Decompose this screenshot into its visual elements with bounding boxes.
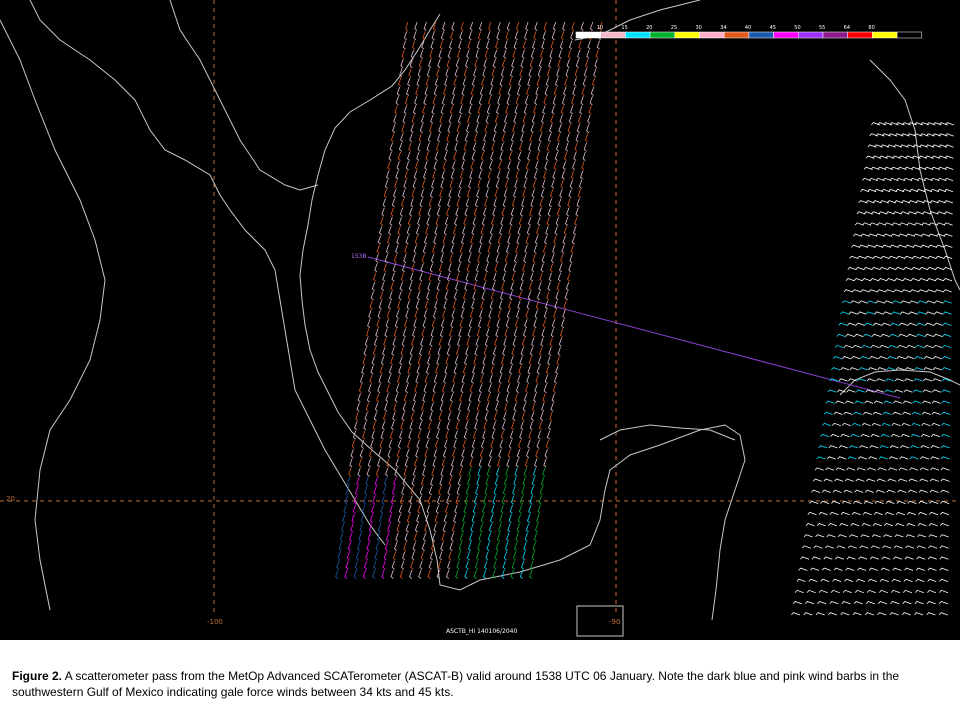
legend-swatch [822, 31, 848, 39]
caption-label: Figure 2. [12, 669, 63, 683]
legend-label: 25 [671, 25, 677, 31]
legend-swatch [699, 31, 725, 39]
legend-label: 40 [745, 25, 751, 31]
scatterometer-map: -100 -90 20 1538 10 15 20 25 30 34 40 45 50 55 64 8… [0, 0, 960, 640]
legend-swatch [649, 31, 676, 39]
legend-swatch [674, 31, 700, 39]
legend-label: 50 [794, 25, 800, 31]
footer-product-label: ASCTB_HI 140106/2040 [446, 628, 517, 635]
legend-swatch [748, 31, 774, 39]
track-time-label: 1538 [351, 253, 366, 260]
grid-label-lon-100: -100 [207, 618, 223, 626]
legend-label: 20 [646, 25, 652, 31]
legend-swatch [773, 31, 799, 39]
grid-label-lat-20: 20 [6, 495, 15, 503]
legend-label: 15 [621, 25, 627, 31]
legend-label: 64 [844, 25, 850, 31]
legend-swatch [723, 31, 750, 39]
caption-text: A scatterometer pass from the MetOp Adva… [12, 669, 900, 699]
legend-label: 80 [868, 25, 874, 31]
legend-label: 45 [770, 25, 776, 31]
legend-swatch [872, 31, 898, 39]
legend-label: 10 [597, 25, 603, 31]
legend-swatch [625, 31, 651, 39]
legend-swatch [847, 31, 873, 39]
legend-label: 55 [819, 25, 825, 31]
legend-swatch [896, 31, 923, 39]
legend-label: 30 [696, 25, 702, 31]
legend-label: 34 [720, 25, 726, 31]
legend-swatch [600, 31, 626, 39]
legend-swatch [798, 31, 824, 39]
figure-caption: Figure 2. A scatterometer pass from the … [12, 668, 948, 700]
legend-swatch [575, 31, 601, 39]
grid-label-lon-90: -90 [609, 618, 620, 626]
